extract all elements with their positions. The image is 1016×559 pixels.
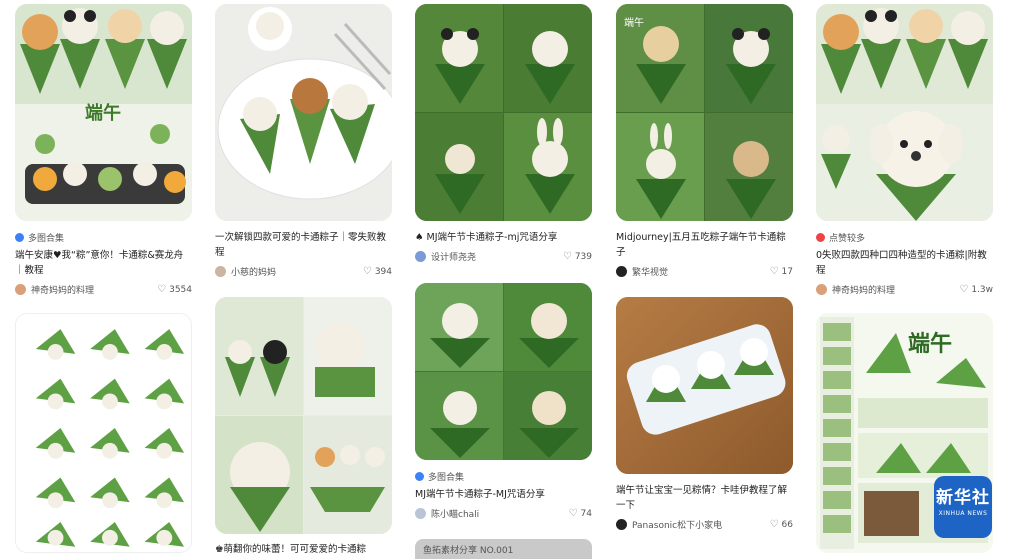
card-tag: 多图合集 [15, 231, 192, 244]
author-name[interactable]: 小慈的妈妈 [231, 265, 276, 278]
card-meta: 陈小瞄chali ♡ 74 [415, 507, 592, 520]
card-image[interactable] [415, 4, 592, 221]
card-meta: 小慈的妈妈 ♡ 394 [215, 265, 392, 278]
author-name[interactable]: 繁华视觉 [632, 265, 668, 278]
avatar[interactable] [616, 266, 627, 277]
card-title[interactable]: MJ端午节卡通粽子-MJ咒语分享 [415, 487, 592, 502]
svg-text:端午: 端午 [624, 16, 644, 29]
card-title[interactable]: ♠ MJ端午节卡通粽子-mj咒语分享 [415, 230, 592, 245]
author-name[interactable]: 神奇妈妈的料理 [832, 283, 895, 296]
rice-dumpling-photo: 端午 [616, 4, 793, 221]
avatar[interactable] [415, 251, 426, 262]
card-meta: 神奇妈妈的料理 ♡ 1.3w [816, 283, 993, 296]
card-7[interactable]: 多图合集 MJ端午节卡通粽子-MJ咒语分享 陈小瞄chali ♡ 74 [415, 283, 592, 520]
rice-dumpling-photo [415, 4, 592, 221]
card-8[interactable]: 端午节让宝宝一见粽情？卡哇伊教程了解一下 Panasonic松下小家电 ♡ 66 [616, 297, 793, 531]
rice-dumpling-photo [816, 4, 993, 221]
author-name[interactable]: 神奇妈妈的料理 [31, 283, 94, 296]
author-name[interactable]: Panasonic松下小家电 [632, 518, 722, 531]
card-title[interactable]: 一次解锁四款可爱的卡通粽子｜零失败教程 [215, 230, 392, 260]
collection-icon [15, 233, 24, 242]
card-5[interactable]: 点赞较多 0失败四款四种口四种造型的卡通粽|附教程 神奇妈妈的料理 ♡ 1.3w [816, 4, 993, 296]
card-tag: 多图合集 [415, 470, 592, 483]
rice-dumpling-photo [415, 283, 592, 460]
avatar[interactable] [215, 266, 226, 277]
card-4[interactable]: 端午 Midjourney|五月五吃粽子端午节卡通粽子 繁华视觉 ♡ 17 [616, 4, 793, 278]
fire-icon [816, 233, 825, 242]
sticker-grid-image [16, 314, 191, 552]
card-title[interactable]: 0失败四款四种口四种造型的卡通粽|附教程 [816, 248, 993, 278]
like-button[interactable]: ♡ 66 [770, 519, 793, 530]
card-image[interactable] [15, 313, 192, 553]
card-image[interactable] [215, 297, 392, 534]
card-next-preview[interactable]: 鱼拓素材分享 NO.001 [415, 539, 592, 559]
card-title[interactable]: 端午节让宝宝一见粽情？卡哇伊教程了解一下 [616, 483, 793, 513]
author-name[interactable]: 陈小瞄chali [431, 507, 479, 520]
card-3[interactable]: ♠ MJ端午节卡通粽子-mj咒语分享 设计师尧尧 ♡ 739 [415, 4, 592, 263]
heart-icon: ♡ [157, 284, 167, 295]
like-button[interactable]: ♡ 1.3w [959, 284, 993, 295]
avatar[interactable] [415, 508, 426, 519]
collection-icon [415, 472, 424, 481]
heart-icon: ♡ [562, 251, 572, 262]
card-title[interactable]: Midjourney|五月五吃粽子端午节卡通粽子 [616, 230, 793, 260]
rice-dumpling-photo [215, 297, 392, 534]
avatar[interactable] [15, 284, 26, 295]
heart-icon: ♡ [769, 266, 779, 277]
rice-dumpling-photo [616, 297, 793, 474]
card-image[interactable]: 端午 [616, 4, 793, 221]
card-tag: 点赞较多 [816, 231, 993, 244]
rice-dumpling-photo: 端午 [15, 4, 192, 221]
card-image[interactable] [215, 4, 392, 221]
card-2[interactable]: 一次解锁四款可爱的卡通粽子｜零失败教程 小慈的妈妈 ♡ 394 [215, 4, 392, 278]
rice-dumpling-photo [215, 4, 392, 221]
card-image[interactable] [616, 297, 793, 474]
like-button[interactable]: ♡ 3554 [157, 284, 192, 295]
card-meta: Panasonic松下小家电 ♡ 66 [616, 518, 793, 531]
like-button[interactable]: ♡ 739 [563, 251, 592, 262]
card-1[interactable]: 端午 多图合集 端午安康♥我“粽”意你！卡通粽&赛龙舟｜教程 神奇妈妈的料理 ♡… [15, 4, 192, 296]
card-image[interactable] [816, 4, 993, 221]
card-meta: 设计师尧尧 ♡ 739 [415, 250, 592, 263]
heart-icon: ♡ [959, 284, 969, 295]
svg-text:端午: 端午 [85, 102, 121, 124]
card-title[interactable]: 端午安康♥我“粽”意你！卡通粽&赛龙舟｜教程 [15, 248, 192, 278]
card-stickers[interactable] [15, 313, 192, 553]
card-image[interactable] [415, 283, 592, 460]
like-button[interactable]: ♡ 394 [363, 266, 392, 277]
heart-icon: ♡ [362, 266, 372, 277]
avatar[interactable] [616, 519, 627, 530]
card-meta: 神奇妈妈的料理 ♡ 3554 [15, 283, 192, 296]
card-6[interactable]: ♚萌翻你的味蕾！可可爱爱的卡通粽 [215, 297, 392, 557]
avatar[interactable] [816, 284, 827, 295]
card-meta: 繁华视觉 ♡ 17 [616, 265, 793, 278]
xinhua-news-logo: 新华社 XINHUA NEWS [934, 476, 992, 538]
card-image[interactable]: 端午 [15, 4, 192, 221]
like-button[interactable]: ♡ 17 [770, 266, 793, 277]
svg-text:端午: 端午 [908, 331, 952, 357]
author-name[interactable]: 设计师尧尧 [431, 250, 476, 263]
heart-icon: ♡ [769, 519, 779, 530]
like-button[interactable]: ♡ 74 [569, 508, 592, 519]
heart-icon: ♡ [568, 508, 578, 519]
